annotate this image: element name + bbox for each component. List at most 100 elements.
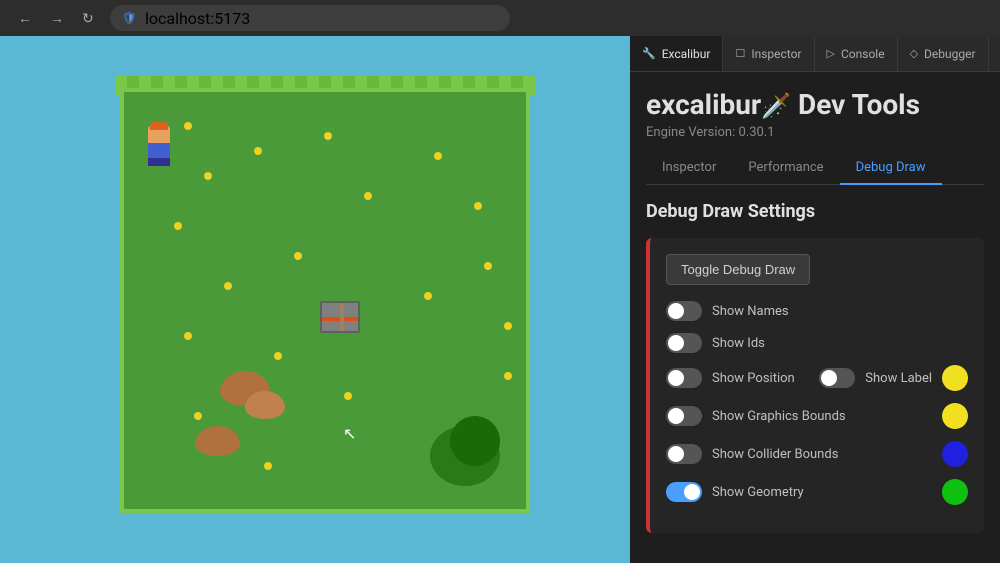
setting-row-show-collider-bounds: Show Collider Bounds xyxy=(666,441,968,467)
excalibur-tab-label: Excalibur xyxy=(662,47,711,61)
devtools-content: excalibur🗡️ Dev Tools Engine Version: 0.… xyxy=(630,72,1000,563)
toggle-knob xyxy=(668,370,684,386)
tab-debugger[interactable]: ◇ Debugger xyxy=(898,36,989,71)
forward-button[interactable]: → xyxy=(44,8,70,29)
show-label-text: Show Label xyxy=(865,371,932,386)
setting-row-show-names: Show Names xyxy=(666,301,968,321)
toggle-knob xyxy=(668,335,684,351)
player-character xyxy=(145,126,173,166)
flower xyxy=(294,252,302,260)
title-text: excalibur xyxy=(646,88,761,121)
chest-band xyxy=(340,303,344,331)
toggle-show-label[interactable] xyxy=(819,368,855,388)
tab-inspector[interactable]: ☐ Inspector xyxy=(723,36,814,71)
geometry-color-swatch[interactable] xyxy=(942,479,968,505)
toggle-show-graphics-bounds[interactable] xyxy=(666,406,702,426)
player-head xyxy=(148,126,170,143)
flower xyxy=(184,332,192,340)
rock-2 xyxy=(245,391,285,419)
console-tab-label: Console xyxy=(841,47,885,61)
section-title: Debug Draw Settings xyxy=(646,201,984,222)
nav-buttons: ← → ↻ xyxy=(12,8,100,29)
flower xyxy=(264,462,272,470)
toggle-show-position[interactable] xyxy=(666,368,702,388)
settings-card: Toggle Debug Draw Show Names Show Ids xyxy=(646,238,984,533)
flower xyxy=(224,282,232,290)
flower xyxy=(174,222,182,230)
chest-object xyxy=(320,301,360,333)
show-collider-bounds-label: Show Collider Bounds xyxy=(712,447,932,462)
show-geometry-label: Show Geometry xyxy=(712,485,932,500)
show-names-label: Show Names xyxy=(712,304,968,319)
main-layout: ↖ 🔧 Excalibur ☐ Inspector ▷ Console ◇ De… xyxy=(0,36,1000,563)
game-viewport: ↖ xyxy=(0,36,630,563)
toggle-knob xyxy=(684,484,700,500)
toggle-show-collider-bounds[interactable] xyxy=(666,444,702,464)
toggle-show-ids[interactable] xyxy=(666,333,702,353)
address-bar[interactable]: 🛡 localhost:5173 xyxy=(110,5,510,31)
browser-chrome: ← → ↻ 🛡 localhost:5173 xyxy=(0,0,1000,36)
rock-3 xyxy=(195,426,240,456)
debugger-tab-icon: ◇ xyxy=(910,47,918,60)
url-display: localhost:5173 xyxy=(145,9,250,28)
tab-console[interactable]: ▷ Console xyxy=(815,36,898,71)
flower xyxy=(274,352,282,360)
setting-row-show-geometry: Show Geometry xyxy=(666,479,968,505)
flower xyxy=(184,122,192,130)
show-graphics-bounds-label: Show Graphics Bounds xyxy=(712,409,932,424)
toggle-knob xyxy=(668,303,684,319)
flower xyxy=(504,372,512,380)
player-legs xyxy=(148,158,170,166)
inspector-tab-label: Inspector xyxy=(751,47,801,61)
show-position-label: Show Position xyxy=(712,371,809,386)
security-icon: 🛡 xyxy=(122,11,137,25)
flower xyxy=(474,202,482,210)
tab-network[interactable]: ↕ Net… xyxy=(989,36,1000,71)
show-ids-label: Show Ids xyxy=(712,336,968,351)
player-hair xyxy=(150,122,168,130)
flower xyxy=(424,292,432,300)
devtools-tab-bar: 🔧 Excalibur ☐ Inspector ▷ Console ◇ Debu… xyxy=(630,36,1000,72)
flower xyxy=(504,322,512,330)
toggle-knob xyxy=(668,408,684,424)
reload-button[interactable]: ↻ xyxy=(76,8,100,29)
app-title: excalibur🗡️ Dev Tools xyxy=(646,88,984,121)
toggle-debug-draw-button[interactable]: Toggle Debug Draw xyxy=(666,254,810,285)
devtools-panel: 🔧 Excalibur ☐ Inspector ▷ Console ◇ Debu… xyxy=(630,36,1000,563)
sword-icon: 🗡️ xyxy=(761,92,791,120)
flower xyxy=(344,392,352,400)
flower xyxy=(364,192,372,200)
setting-row-show-graphics-bounds: Show Graphics Bounds xyxy=(666,403,968,429)
bush-2 xyxy=(450,416,500,466)
sub-tab-bar: Inspector Performance Debug Draw xyxy=(646,152,984,185)
toggle-show-names[interactable] xyxy=(666,301,702,321)
inspector-tab-icon: ☐ xyxy=(735,47,745,60)
debugger-tab-label: Debugger xyxy=(924,47,976,61)
excalibur-header: excalibur🗡️ Dev Tools Engine Version: 0.… xyxy=(646,88,984,140)
sub-tab-performance[interactable]: Performance xyxy=(732,152,839,185)
flower xyxy=(434,152,442,160)
flower xyxy=(194,412,202,420)
toggle-show-geometry[interactable] xyxy=(666,482,702,502)
excalibur-tab-icon: 🔧 xyxy=(642,47,656,60)
back-button[interactable]: ← xyxy=(12,8,38,29)
sub-tab-debug-draw[interactable]: Debug Draw xyxy=(840,152,942,185)
toggle-knob xyxy=(821,370,837,386)
subtitle-text: Dev Tools xyxy=(798,88,920,121)
graphics-bounds-color-swatch[interactable] xyxy=(942,403,968,429)
flower xyxy=(324,132,332,140)
toggle-knob xyxy=(668,446,684,462)
flower xyxy=(484,262,492,270)
setting-row-show-position: Show Position Show Label xyxy=(666,365,968,391)
console-tab-icon: ▷ xyxy=(827,47,835,60)
flower xyxy=(204,172,212,180)
game-scene: ↖ xyxy=(0,36,630,563)
sub-tab-inspector[interactable]: Inspector xyxy=(646,152,732,185)
tab-excalibur[interactable]: 🔧 Excalibur xyxy=(630,36,723,71)
position-color-swatch[interactable] xyxy=(942,365,968,391)
flower xyxy=(254,147,262,155)
version-label: Engine Version: 0.30.1 xyxy=(646,125,984,140)
player-body xyxy=(148,143,170,158)
setting-row-show-ids: Show Ids xyxy=(666,333,968,353)
collider-bounds-color-swatch[interactable] xyxy=(942,441,968,467)
